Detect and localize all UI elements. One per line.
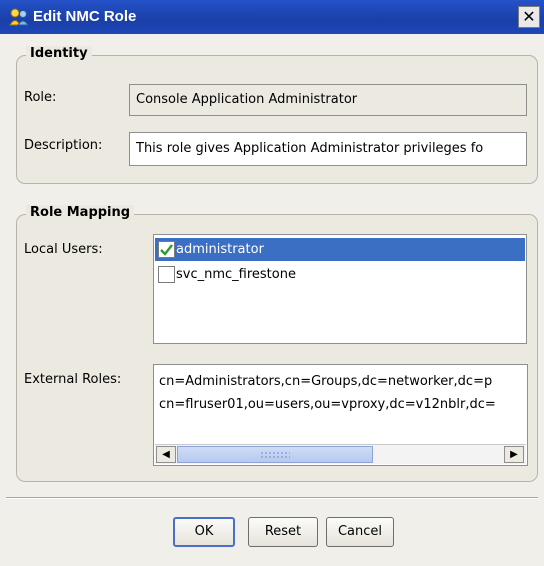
user-checkbox[interactable] [158, 241, 175, 258]
external-roles-label: External Roles: [24, 372, 122, 387]
window-title: Edit NMC Role [33, 8, 137, 25]
description-field[interactable]: This role gives Application Administrato… [129, 132, 527, 166]
role-mapping-group-title: Role Mapping [26, 205, 135, 220]
arrow-right-icon: ▶ [510, 449, 518, 460]
scroll-right-button[interactable]: ▶ [504, 446, 524, 463]
close-icon: ✕ [522, 7, 536, 26]
user-checkbox[interactable] [158, 266, 175, 283]
list-item[interactable]: svc_nmc_firestone [155, 263, 525, 286]
checkmark-icon [160, 244, 173, 256]
local-users-list[interactable]: administrator svc_nmc_firestone [153, 234, 527, 344]
role-label: Role: [24, 90, 57, 105]
close-button[interactable]: ✕ [518, 6, 540, 28]
cancel-button[interactable]: Cancel [326, 517, 394, 547]
external-roles-list[interactable]: cn=Administrators,cn=Groups,dc=networker… [153, 364, 528, 466]
title-bar[interactable]: Edit NMC Role ✕ [0, 0, 544, 34]
user-name: svc_nmc_firestone [176, 267, 296, 282]
grip-icon [260, 451, 290, 458]
external-role-entry[interactable]: cn=Administrators,cn=Groups,dc=networker… [159, 374, 492, 389]
local-users-label: Local Users: [24, 242, 103, 257]
scroll-left-button[interactable]: ◀ [156, 446, 176, 463]
external-role-entry[interactable]: cn=flruser01,ou=users,ou=vproxy,dc=v12nb… [159, 397, 496, 412]
user-name: administrator [176, 242, 264, 257]
reset-button[interactable]: Reset [248, 517, 318, 547]
scroll-thumb[interactable] [177, 446, 373, 463]
role-people-icon [9, 8, 29, 26]
separator [6, 497, 538, 499]
ok-button[interactable]: OK [173, 517, 235, 547]
role-field[interactable]: Console Application Administrator [129, 84, 527, 116]
arrow-left-icon: ◀ [162, 449, 170, 460]
horizontal-scrollbar[interactable]: ◀ ▶ [155, 444, 526, 464]
identity-group-title: Identity [26, 46, 92, 61]
edit-nmc-role-dialog: Edit NMC Role ✕ Identity Role: Console A… [0, 0, 544, 566]
list-item[interactable]: administrator [155, 238, 525, 261]
description-label: Description: [24, 138, 103, 153]
